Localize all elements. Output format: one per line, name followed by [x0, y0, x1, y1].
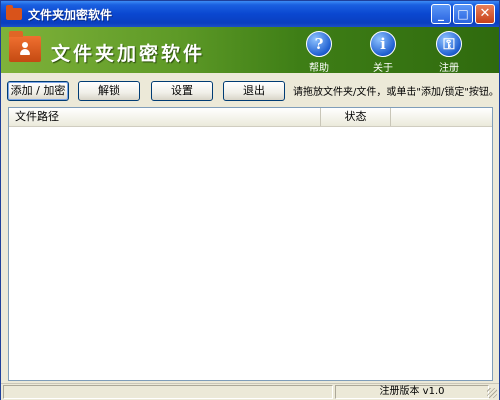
column-header-status[interactable]: 状态	[321, 108, 391, 126]
close-button[interactable]: ✕	[475, 4, 495, 24]
user-silhouette-icon	[20, 42, 30, 56]
key-icon: ⚿	[436, 31, 462, 57]
window-title: 文件夹加密软件	[28, 7, 113, 22]
drag-drop-hint: 请拖放文件夹/文件，或单击"添加/锁定"按钮。	[293, 87, 499, 98]
info-icon: i	[370, 31, 396, 57]
minimize-button[interactable]: _	[431, 4, 451, 24]
register-button[interactable]: ⚿ 注册	[429, 31, 469, 74]
file-list[interactable]: 文件路径 状态	[8, 107, 493, 381]
version-text: 注册版本 v1.0	[379, 386, 445, 397]
help-label: 帮助	[309, 63, 329, 74]
folder-lock-icon	[9, 31, 41, 62]
resize-grip-icon[interactable]	[487, 388, 497, 398]
column-header-path[interactable]: 文件路径	[9, 108, 321, 126]
settings-button[interactable]: 设置	[151, 81, 213, 101]
column-header-filler	[391, 108, 492, 126]
exit-button[interactable]: 退出	[223, 81, 285, 101]
banner-title: 文件夹加密软件	[51, 43, 206, 65]
header-banner: 文件夹加密软件 ? 帮助 i 关于 ⚿ 注册	[1, 27, 499, 74]
about-button[interactable]: i 关于	[363, 31, 403, 74]
register-label: 注册	[439, 63, 459, 74]
unlock-button[interactable]: 解锁	[78, 81, 140, 101]
add-encrypt-button[interactable]: 添加 / 加密	[7, 81, 69, 101]
window-controls: _ □ ✕	[431, 4, 495, 24]
folder-app-icon	[6, 5, 22, 20]
app-window: 文件夹加密软件 _ □ ✕ 文件夹加密软件 ? 帮助 i 关于 ⚿ 注册 添加 …	[0, 0, 500, 400]
help-button[interactable]: ? 帮助	[299, 31, 339, 74]
list-header: 文件路径 状态	[9, 108, 492, 127]
status-bar: 注册版本 v1.0	[1, 383, 499, 400]
toolbar: 添加 / 加密 解锁 设置 退出 请拖放文件夹/文件，或单击"添加/锁定"按钮。	[1, 73, 499, 107]
about-label: 关于	[373, 63, 393, 74]
title-bar[interactable]: 文件夹加密软件 _ □ ✕	[1, 1, 499, 27]
maximize-button[interactable]: □	[453, 4, 473, 24]
help-icon: ?	[306, 31, 332, 57]
status-pane-main	[3, 385, 333, 399]
